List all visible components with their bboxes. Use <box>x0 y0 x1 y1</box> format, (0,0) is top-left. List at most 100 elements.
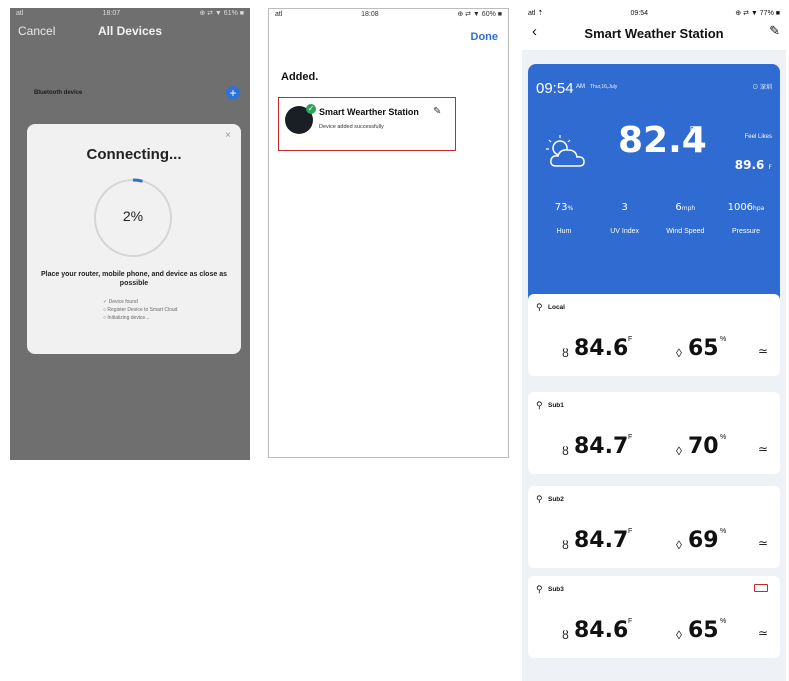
pencil-icon[interactable]: ✎ <box>769 23 780 39</box>
list-item[interactable]: Bluetooth device + <box>10 78 250 112</box>
close-icon[interactable]: × <box>225 130 231 141</box>
sensor-humidity: 65 <box>688 618 719 643</box>
stat-value: 3 <box>621 202 628 213</box>
sensor-name: Local <box>548 304 565 311</box>
low-battery-icon <box>754 584 768 592</box>
sensor-panel-sub2[interactable]: ⚲ Sub2 ȣ 84.7 F ◊ 69 % ≃ <box>528 486 780 568</box>
status-bar: atl 18:07 ⊕ ⇄ ▼ 61% ■ <box>10 8 250 20</box>
device-card[interactable]: ✓ Smart Wearther Station ✎ Device added … <box>278 97 456 151</box>
trend-chart-icon[interactable]: ≃ <box>758 442 768 456</box>
location-pin-icon: ⚲ <box>536 302 543 312</box>
carrier-label: atl <box>16 10 24 17</box>
sensor-humidity: 65 <box>688 336 719 361</box>
sensor-values: ȣ 84.7 F ◊ 70 % ≃ <box>528 430 780 470</box>
sensor-values: ȣ 84.6 F ◊ 65 % ≃ <box>528 614 780 654</box>
sensor-temperature: 84.6 <box>574 618 629 643</box>
stat-label: Hum <box>556 228 572 235</box>
location-pin-icon: ⚲ <box>536 584 543 594</box>
step-item: ○ Initializing device... <box>103 315 150 321</box>
pencil-icon[interactable]: ✎ <box>433 106 441 117</box>
sensor-panel-local[interactable]: ⚲ Local ȣ 84.6 F ◊ 65 % ≃ <box>528 294 780 376</box>
list-item-label: Bluetooth device <box>34 90 83 96</box>
stat-uv-index: 3 UV Index <box>595 202 655 235</box>
sensor-temperature-unit: F <box>628 434 633 441</box>
stat-wind-speed: 6mph Wind Speed <box>655 202 715 235</box>
humidity-drop-icon: ◊ <box>676 628 682 642</box>
nav-bar: ‹ Smart Weather Station ✎ <box>522 20 786 50</box>
sensor-temperature: 84.7 <box>574 528 629 553</box>
nav-bar: Cancel All Devices <box>10 20 250 48</box>
status-icons: ⊕ ⇄ ▼ 61% ■ <box>199 10 244 17</box>
page-title: All Devices <box>97 24 163 38</box>
thermometer-icon: ȣ <box>562 628 569 642</box>
stat-unit: hpa <box>753 205 765 212</box>
stat-humidity: 73% Hum <box>534 202 594 235</box>
sensor-panel-sub3[interactable]: ⚲ Sub3 ȣ 84.6 F ◊ 65 % ≃ <box>528 576 780 658</box>
clock-time: 09:54 <box>536 80 574 97</box>
sensor-temperature-unit: F <box>628 336 633 343</box>
sensor-humidity-unit: % <box>720 336 727 343</box>
instruction-text: Place your router, mobile phone, and dev… <box>41 271 227 287</box>
humidity-drop-icon: ◊ <box>676 444 682 458</box>
add-device-button[interactable]: + <box>226 86 240 100</box>
stat-value: 1006 <box>727 202 754 213</box>
status-icons: ⊕ ⇄ ▼ 60% ■ <box>457 11 502 18</box>
sensor-humidity-unit: % <box>720 618 727 625</box>
connecting-screen: atl 18:07 ⊕ ⇄ ▼ 61% ■ Cancel All Devices… <box>10 8 250 460</box>
sensor-panel-sub1[interactable]: ⚲ Sub1 ȣ 84.7 F ◊ 70 % ≃ <box>528 392 780 474</box>
stat-label: Pressure <box>731 228 760 235</box>
progress-text: 2% <box>122 208 144 224</box>
status-bar: atl ⇡ 09:54 ⊕ ⇄ ▼ 77% ■ <box>522 8 786 20</box>
feels-like-label: Feel Likes <box>744 134 772 140</box>
step-item: ✓ Device found <box>103 299 138 305</box>
trend-chart-icon[interactable]: ≃ <box>758 626 768 640</box>
stats-row: 73% Hum 3 UV Index 6mph Wind Speed 1006h… <box>534 202 776 235</box>
sensor-name: Sub3 <box>548 586 564 593</box>
sensor-humidity-unit: % <box>720 434 727 441</box>
location-pin-icon: ⚲ <box>536 400 543 410</box>
trend-chart-icon[interactable]: ≃ <box>758 536 768 550</box>
sensor-temperature-unit: F <box>628 528 633 535</box>
partly-cloudy-icon <box>546 135 585 167</box>
sensor-humidity: 70 <box>688 434 719 459</box>
sensor-values: ȣ 84.6 F ◊ 65 % ≃ <box>528 332 780 372</box>
temperature-unit: F <box>690 126 695 133</box>
done-button[interactable]: Done <box>471 31 499 43</box>
stat-label: Wind Speed <box>666 228 705 235</box>
section-title: Added. <box>281 71 319 83</box>
thermometer-icon: ȣ <box>562 538 569 552</box>
weather-station-screen: atl ⇡ 09:54 ⊕ ⇄ ▼ 77% ■ ‹ Smart Weather … <box>522 8 786 681</box>
sensor-humidity: 69 <box>688 528 719 553</box>
connecting-dialog: × Connecting... 2% Place your router, mo… <box>27 124 241 354</box>
status-bar: atl 18:08 ⊕ ⇄ ▼ 60% ■ <box>269 9 508 21</box>
feels-like-number: 89.6 <box>734 158 765 172</box>
trend-chart-icon[interactable]: ≃ <box>758 344 768 358</box>
added-screen: atl 18:08 ⊕ ⇄ ▼ 60% ■ Done Added. ✓ Smar… <box>268 8 509 458</box>
dialog-title: Connecting... <box>86 146 182 163</box>
stat-label: UV Index <box>610 228 640 235</box>
weather-card: 09:54 AM Thur,16,July ⊙ 深圳 82.4 F Feel L… <box>528 64 780 300</box>
thermometer-icon: ȣ <box>562 444 569 458</box>
date-label: Thur,16,July <box>590 84 618 90</box>
stat-unit: % <box>567 205 574 212</box>
status-time: 18:07 <box>102 10 121 17</box>
carrier-label: atl ⇡ <box>528 10 544 17</box>
location-label: ⊙ 深圳 <box>752 85 772 91</box>
feels-like-value: 89.6 F <box>735 158 772 172</box>
step-list: ✓ Device found ○ Register Device to Smar… <box>103 298 177 322</box>
sensor-name: Sub1 <box>548 402 564 409</box>
sensor-temperature: 84.7 <box>574 434 629 459</box>
stat-unit: mph <box>681 205 696 212</box>
stat-value: 73 <box>554 202 568 213</box>
status-time: 18:08 <box>361 11 379 18</box>
step-item: ○ Register Device to Smart Cloud <box>103 307 178 313</box>
location-pin-icon: ⚲ <box>536 494 543 504</box>
check-icon: ✓ <box>306 104 316 114</box>
sensor-values: ȣ 84.7 F ◊ 69 % ≃ <box>528 524 780 564</box>
device-name: Smart Wearther Station <box>319 107 419 117</box>
status-time: 09:54 <box>630 10 649 17</box>
humidity-drop-icon: ◊ <box>676 346 682 360</box>
humidity-drop-icon: ◊ <box>676 538 682 552</box>
sensor-temperature-unit: F <box>628 618 633 625</box>
feels-like-unit: F <box>768 164 772 171</box>
